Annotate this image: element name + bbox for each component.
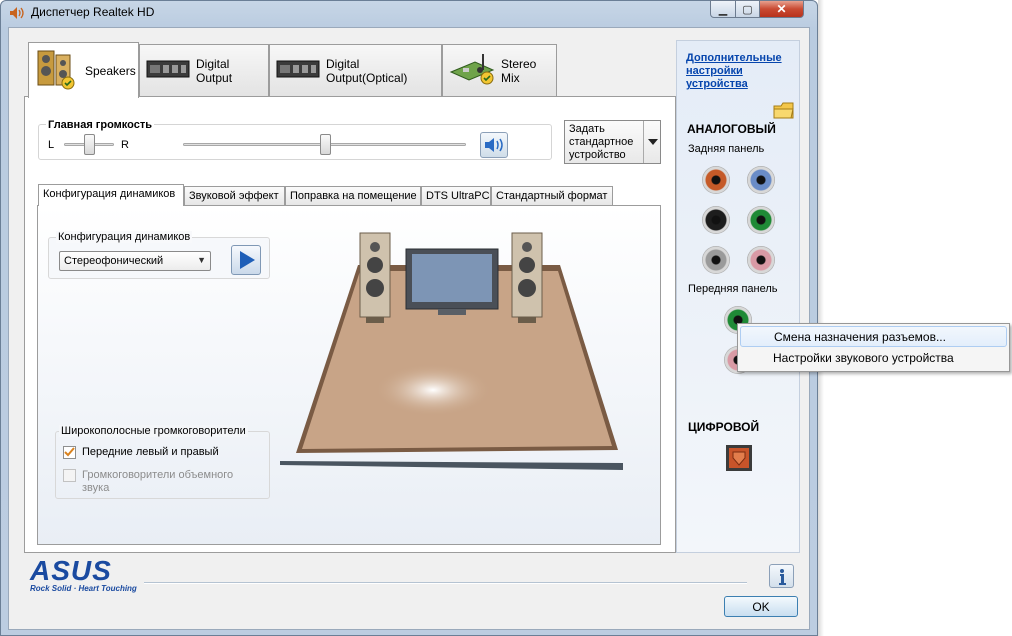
analog-section-title: АНАЛОГОВЫЙ [687, 122, 776, 136]
jack-black[interactable] [702, 206, 730, 234]
speaker-room-illustration [280, 232, 623, 470]
play-test-button[interactable] [231, 245, 261, 275]
left-speaker-icon [359, 232, 391, 323]
balance-left-label: L [48, 139, 55, 151]
minimize-icon: ▁ [718, 3, 728, 16]
subtab-default-format[interactable]: Стандартный формат [491, 186, 613, 205]
subtab-room-correction[interactable]: Поправка на помещение [285, 186, 421, 205]
tab-label: Speakers [85, 63, 136, 78]
jack-gray[interactable] [702, 246, 730, 274]
info-button[interactable] [769, 564, 794, 588]
spdif-connector-icon[interactable] [725, 444, 753, 475]
tab-speakers[interactable]: Speakers [28, 42, 139, 98]
speaker-config-select[interactable]: Стереофонический ▼ [59, 251, 211, 271]
dropdown-arrow-icon[interactable] [643, 121, 661, 163]
tab-digital-output-optical[interactable]: Digital Output(Optical) [269, 44, 442, 96]
jack-blue[interactable] [747, 166, 775, 194]
ok-button[interactable]: OK [724, 596, 798, 617]
maximize-icon: ▢ [742, 3, 753, 16]
jack-pink[interactable] [747, 246, 775, 274]
svg-text:ASUS: ASUS [29, 558, 112, 584]
rear-panel-label: Задняя панель [688, 143, 765, 155]
subtab-sound-effect[interactable]: Звуковой эффект [184, 186, 285, 205]
digital-output-device-icon [146, 57, 190, 84]
advanced-settings-link[interactable]: Дополнительные настройки устройства [686, 52, 796, 91]
tv-icon [405, 248, 499, 315]
speaker-config-title: Конфигурация динамиков [56, 231, 193, 243]
window-shadow [818, 0, 824, 636]
menu-item-reassign-jacks[interactable]: Смена назначения разъемов... [740, 326, 1007, 347]
tab-label: Stereo Mix [501, 56, 537, 85]
balance-right-label: R [121, 139, 129, 151]
optical-output-device-icon [276, 57, 320, 84]
jack-orange[interactable] [702, 166, 730, 194]
right-speaker-icon [511, 232, 543, 323]
speaker-config-value: Стереофонический [64, 255, 164, 267]
tab-stereo-mix[interactable]: Stereo Mix [442, 44, 557, 96]
surround-speakers-checkbox[interactable] [63, 469, 76, 482]
subtab-speaker-config[interactable]: Конфигурация динамиков [38, 184, 184, 206]
menu-item-device-settings[interactable]: Настройки звукового устройства [740, 348, 1007, 369]
connector-context-menu: Смена назначения разъемов... Настройки з… [737, 323, 1010, 372]
window-title: Диспетчер Realtek HD [31, 5, 155, 19]
minimize-button[interactable]: ▁ [710, 0, 736, 18]
default-device-label: Задать стандартное устройство [569, 123, 634, 161]
footer-divider [144, 582, 747, 584]
title-bar[interactable]: Диспетчер Realtek HD ▁ ▢ ✕ [0, 0, 816, 26]
front-speakers-label: Передние левый и правый [82, 446, 219, 458]
wideband-speakers-title: Широкополосные громкоговорители [59, 425, 248, 437]
tab-label: Digital Output(Optical) [326, 56, 408, 85]
close-button[interactable]: ✕ [759, 0, 804, 18]
surround-speakers-label: Громкоговорители объемного звука [82, 469, 234, 494]
speaker-app-icon [9, 6, 25, 20]
tab-digital-output[interactable]: Digital Output [139, 44, 269, 96]
play-icon [240, 251, 255, 269]
tab-label: Digital Output [196, 56, 233, 85]
master-volume-title: Главная громкость [46, 119, 155, 131]
chevron-down-icon: ▼ [197, 255, 206, 265]
folder-icon[interactable] [773, 100, 795, 123]
speakers-icon [35, 47, 79, 94]
subtab-dts-ultrapc[interactable]: DTS UltraPC [421, 186, 491, 205]
speaker-volume-icon [485, 138, 503, 152]
balance-slider-thumb[interactable] [84, 134, 95, 155]
set-default-device-button[interactable]: Задать стандартное устройство [564, 120, 661, 164]
front-panel-label: Передняя панель [688, 283, 778, 295]
stereo-mix-board-icon [449, 52, 495, 89]
info-icon [779, 569, 786, 585]
close-icon: ✕ [776, 2, 787, 16]
front-speakers-checkbox[interactable] [63, 446, 76, 459]
digital-section-title: ЦИФРОВОЙ [688, 420, 760, 434]
maximize-button[interactable]: ▢ [735, 0, 760, 18]
volume-slider-thumb[interactable] [319, 134, 331, 155]
mute-button[interactable] [480, 132, 508, 158]
asus-tagline: Rock Solid · Heart Touching [30, 584, 137, 593]
jack-green[interactable] [747, 206, 775, 234]
checkmark-icon [64, 447, 75, 457]
window-controls: ▁ ▢ ✕ [710, 0, 810, 18]
